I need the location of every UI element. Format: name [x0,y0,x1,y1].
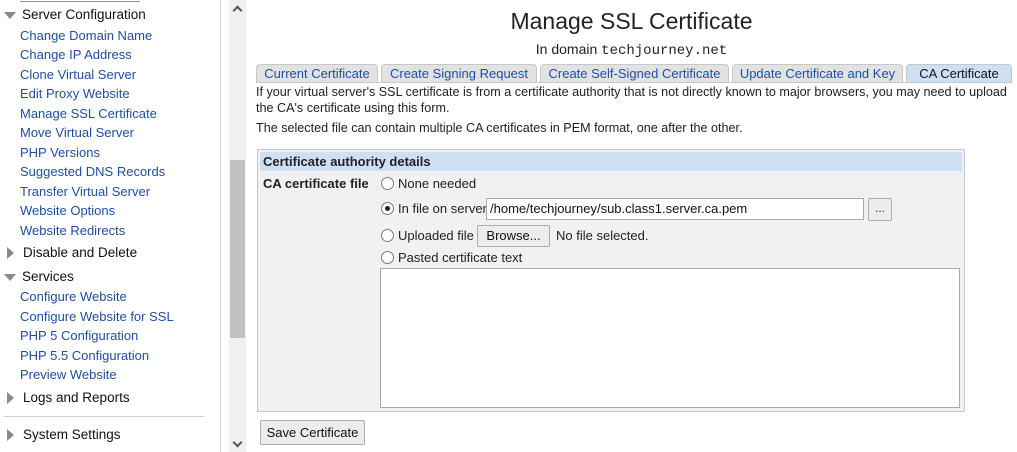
nav-php5-configuration[interactable]: PHP 5 Configuration [20,327,138,345]
option-label-pasted: Pasted certificate text [398,250,523,265]
section-label: Disable and Delete [23,245,138,260]
radio-uploaded-file[interactable] [381,229,394,242]
description-note: The selected file can contain multiple C… [256,121,743,135]
left-navigation: Server Configuration Change Domain Name … [0,0,221,452]
section-logs-and-reports[interactable]: Logs and Reports [4,389,130,407]
description-text: If your virtual server's SSL certificate… [256,85,1007,115]
nav-transfer-virtual-server[interactable]: Transfer Virtual Server [20,183,150,201]
tab-update-certificate-and-key[interactable]: Update Certificate and Key [732,64,903,83]
radio-none-needed[interactable] [381,177,394,190]
radio-pasted-text[interactable] [381,251,394,264]
pasted-certificate-textarea[interactable] [380,268,960,408]
nav-edit-proxy-website[interactable]: Edit Proxy Website [20,85,130,103]
section-label: System Settings [23,427,121,442]
nav-suggested-dns-records[interactable]: Suggested DNS Records [20,163,165,181]
page-title: Manage SSL Certificate [510,8,753,34]
tab-ca-certificate[interactable]: CA Certificate [906,64,1012,83]
browse-button[interactable]: Browse... [477,225,550,247]
nav-manage-ssl-certificate[interactable]: Manage SSL Certificate [20,105,157,123]
nav-configure-website-ssl[interactable]: Configure Website for SSL [20,308,174,326]
nav-change-domain-name[interactable]: Change Domain Name [20,27,152,45]
file-chooser-button[interactable]: ... [868,198,892,221]
expand-arrow-icon [4,273,16,281]
no-file-text: No file selected. [556,228,649,243]
main-content: Manage SSL Certificate In domain techjou… [246,0,1017,452]
section-system-settings[interactable]: System Settings [4,426,121,444]
clipped-item [20,0,140,2]
ca-file-label: CA certificate file [263,176,369,191]
nav-configure-website[interactable]: Configure Website [20,288,127,306]
tab-create-self-signed-certificate[interactable]: Create Self-Signed Certificate [540,64,729,83]
nav-change-ip-address[interactable]: Change IP Address [20,46,132,64]
chevron-up-icon [232,5,243,16]
tab-underline [256,82,1012,83]
sidebar-divider [4,416,204,417]
tab-create-signing-request[interactable]: Create Signing Request [381,64,537,83]
radio-file-on-server[interactable] [381,202,394,215]
section-disable-and-delete[interactable]: Disable and Delete [4,244,137,262]
save-certificate-button[interactable]: Save Certificate [260,420,365,445]
subtitle-prefix: In domain [535,41,598,57]
section-label: Services [22,269,74,284]
option-label-uploaded: Uploaded file [398,228,474,243]
nav-website-redirects[interactable]: Website Redirects [20,222,125,240]
domain-name: techjourney.net [601,43,728,59]
expand-arrow-icon [4,11,16,19]
collapse-arrow-icon [7,392,14,404]
tab-current-certificate[interactable]: Current Certificate [256,64,378,83]
ca-details-panel: Certificate authority details CA certifi… [257,149,965,412]
sidebar-scrollbar[interactable] [229,0,246,452]
section-label: Logs and Reports [23,390,130,405]
page-subtitle: In domain techjourney.net [246,41,1017,59]
nav-preview-website[interactable]: Preview Website [20,366,117,384]
server-path-input[interactable]: /home/techjourney/sub.class1.server.ca.p… [486,198,864,220]
nav-move-virtual-server[interactable]: Move Virtual Server [20,124,134,142]
nav-clone-virtual-server[interactable]: Clone Virtual Server [20,66,136,84]
collapse-arrow-icon [7,247,14,259]
nav-php-versions[interactable]: PHP Versions [20,144,100,162]
nav-website-options[interactable]: Website Options [20,202,115,220]
option-label-none: None needed [398,176,477,191]
nav-php55-configuration[interactable]: PHP 5.5 Configuration [20,347,149,365]
section-server-configuration[interactable]: Server Configuration [4,6,146,24]
section-services[interactable]: Services [4,268,74,286]
panel-header: Certificate authority details [260,152,962,171]
chevron-down-icon [232,437,243,448]
scrollbar-thumb[interactable] [230,160,245,338]
section-label: Server Configuration [22,7,146,22]
scroll-down-button[interactable] [229,437,246,452]
option-label-server: In file on server [398,201,487,216]
scroll-up-button[interactable] [229,0,246,17]
collapse-arrow-icon [7,429,14,441]
